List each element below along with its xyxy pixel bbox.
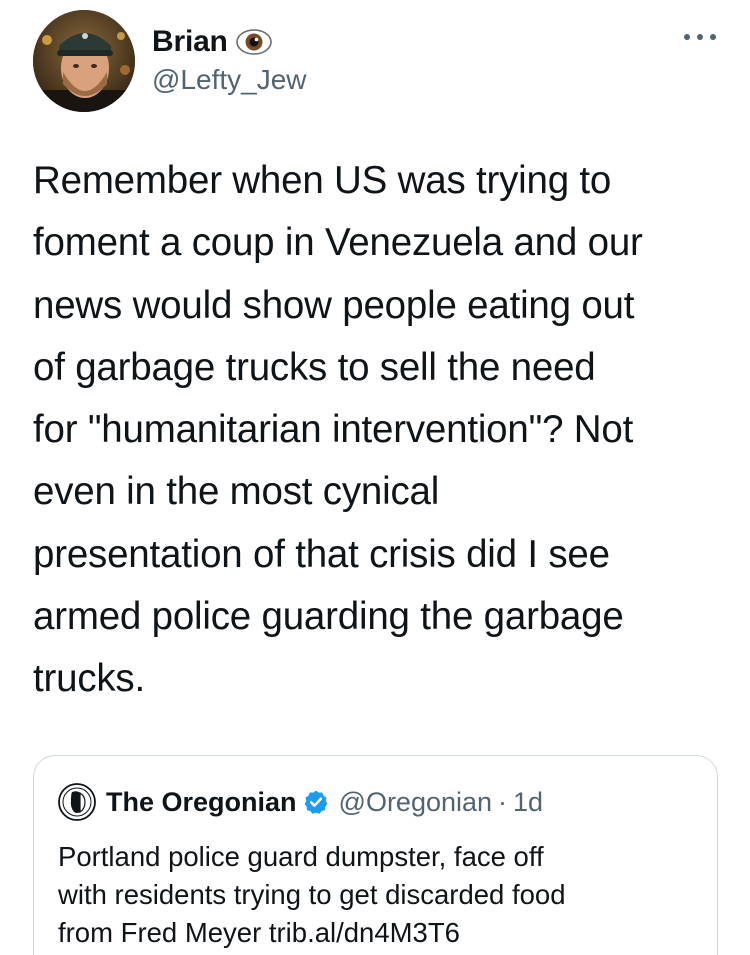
verified-badge-icon [304,790,327,814]
quoted-tweet-card[interactable]: The Oregonian @Oregonian · 1d Portland p… [33,755,718,955]
quoted-tweet-text: Portland police guard dumpster, face off… [58,841,566,948]
avatar[interactable] [33,10,135,112]
quoted-handle[interactable]: @Oregonian [339,787,493,818]
quoted-display-name[interactable]: The Oregonian [106,787,297,818]
oregonian-logo-icon [58,783,96,821]
more-options-icon [684,34,690,40]
tweet: Brian @Lefty_Jew Remember when US was tr… [0,0,750,955]
quoted-timestamp[interactable]: 1d [513,787,543,818]
more-options-button[interactable] [680,22,720,52]
author-info[interactable]: Brian @Lefty_Jew [152,22,307,96]
eye-emoji [235,29,272,55]
display-name[interactable]: Brian [152,25,228,59]
author-handle[interactable]: @Lefty_Jew [152,64,307,96]
separator-dot: · [498,786,508,817]
display-name-row: Brian [152,22,307,62]
quoted-tweet-header: The Oregonian @Oregonian · 1d [58,783,543,821]
tweet-text: Remember when US was trying to foment a … [33,159,643,701]
more-options-icon-dot [697,34,703,40]
more-options-icon-dot [710,34,716,40]
user-avatar-photo [33,10,135,112]
